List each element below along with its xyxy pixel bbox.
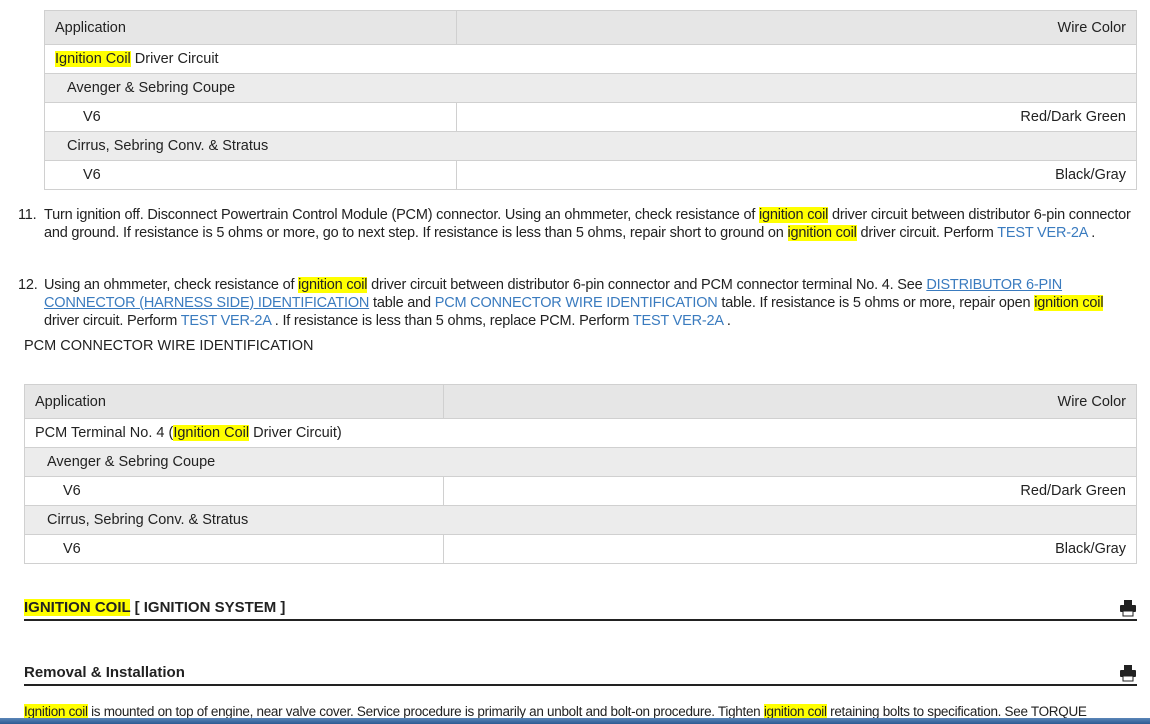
text: table. If resistance is 5 ohms or more, … [717,295,1035,311]
table-row: V6 Red/Dark Green [44,102,1137,132]
printer-icon[interactable] [1119,599,1137,617]
search-highlight: IGNITION COIL [24,599,131,616]
text: . [723,313,731,329]
step-number: 12. [18,277,38,293]
table-caption: PCM CONNECTOR WIRE IDENTIFICATION [24,338,314,354]
text: driver circuit. Perform [856,225,998,241]
text: [ IGNITION SYSTEM ] [130,599,286,616]
wire-color: Black/Gray [456,160,1137,190]
text: driver circuit between distributor 6-pin… [367,277,927,293]
section-heading-removal-installation: Removal & Installation [24,664,1137,686]
step-11: 11. Turn ignition off. Disconnect Powertr… [18,206,1138,242]
vehicle-group: Avenger & Sebring Coupe [44,73,1137,103]
header-application: Application [24,384,444,419]
link[interactable]: TEST VER-2A [633,313,723,329]
text: Turn ignition off. Disconnect Powertrain… [44,207,760,223]
table-title-row: Ignition Coil Driver Circuit [44,44,1137,74]
text: table and [369,295,435,311]
step-text: Using an ohmmeter, check resistance of i… [44,276,1138,330]
search-highlight: ignition coil [298,277,368,293]
text: is mounted on top of engine, near valve … [87,704,764,719]
engine: V6 [24,534,444,564]
step-number: 11. [18,207,37,223]
table-group-row: Avenger & Sebring Coupe [44,73,1137,103]
text: retaining bolts to specification. See TO… [826,704,1087,719]
search-highlight: Ignition coil [24,704,88,719]
table-header: Application Wire Color [24,384,1137,419]
search-highlight: ignition coil [759,207,829,223]
circuit-title: Ignition Coil Driver Circuit [44,44,1137,74]
engine: V6 [24,476,444,506]
wire-color: Black/Gray [443,534,1137,564]
step-text: Turn ignition off. Disconnect Powertrain… [44,206,1138,242]
text: Driver Circuit [130,51,219,67]
search-highlight: Ignition Coil [55,51,131,67]
taskbar [0,718,1150,724]
table-row: V6 Red/Dark Green [24,476,1137,506]
table-header: Application Wire Color [44,10,1137,45]
pcm-connector-wire-table: Application Wire Color PCM Terminal No. 4 … [24,384,1137,564]
engine: V6 [44,102,457,132]
wire-color: Red/Dark Green [443,476,1137,506]
vehicle-group: Cirrus, Sebring Conv. & Stratus [24,505,1137,535]
table-group-row: Cirrus, Sebring Conv. & Stratus [44,131,1137,161]
vehicle-group: Avenger & Sebring Coupe [24,447,1137,477]
search-highlight: ignition coil [1034,295,1104,311]
search-highlight: Ignition Coil [173,425,250,441]
text: driver circuit. Perform [44,313,181,329]
table-row: V6 Black/Gray [44,160,1137,190]
text: Removal & Installation [24,664,185,681]
link[interactable]: TEST VER-2A [181,313,271,329]
text: . [1087,225,1096,241]
search-highlight: ignition coil [763,704,827,719]
table-title-row: PCM Terminal No. 4 (Ignition Coil Driver… [24,418,1137,448]
text: . If resistance is less than 5 ohms, rep… [270,313,633,329]
wire-color-table-distributor: Application Wire Color Ignition Coil Drive… [44,10,1137,190]
link[interactable]: TEST VER-2A [997,225,1087,241]
circuit-title: PCM Terminal No. 4 (Ignition Coil Driver… [24,418,1137,448]
table-row: V6 Black/Gray [24,534,1137,564]
wire-color: Red/Dark Green [456,102,1137,132]
text: Using an ohmmeter, check resistance of [44,277,299,293]
header-wire-color: Wire Color [443,384,1137,419]
header-application: Application [44,10,457,45]
header-wire-color: Wire Color [456,10,1137,45]
text: PCM Terminal No. 4 ( [35,425,174,441]
engine: V6 [44,160,457,190]
link[interactable]: PCM CONNECTOR WIRE IDENTIFICATION [435,295,718,311]
search-highlight: ignition coil [787,225,857,241]
section-heading-ignition-coil: IGNITION COIL [ IGNITION SYSTEM ] [24,599,1137,621]
text: Driver Circuit) [249,425,342,441]
step-12: 12. Using an ohmmeter, check resistance o… [18,276,1138,330]
printer-icon[interactable] [1119,664,1137,682]
vehicle-group: Cirrus, Sebring Conv. & Stratus [44,131,1137,161]
table-group-row: Cirrus, Sebring Conv. & Stratus [24,505,1137,535]
table-group-row: Avenger & Sebring Coupe [24,447,1137,477]
